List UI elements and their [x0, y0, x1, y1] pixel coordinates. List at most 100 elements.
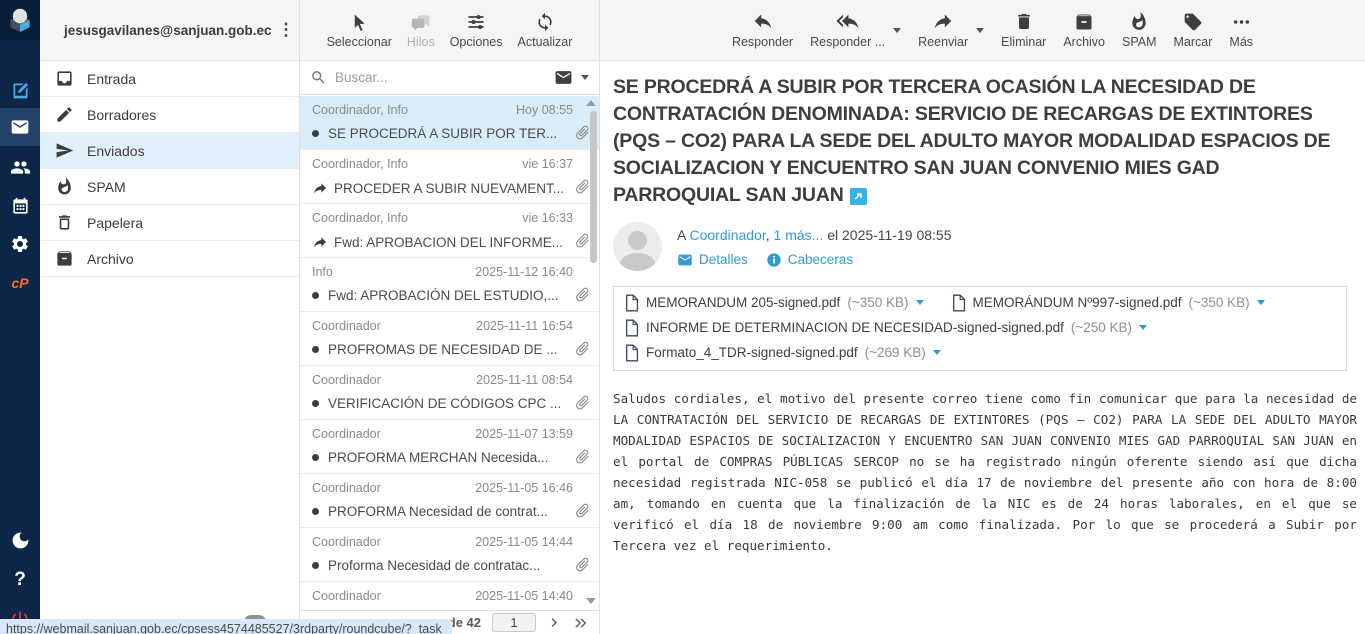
recipient-link[interactable]: Coordinador [689, 227, 765, 243]
attachment-item[interactable]: MEMORÁNDUM Nº997-signed.pdf (~350 KB) [952, 294, 1265, 312]
compose-button[interactable] [0, 71, 40, 109]
external-link-icon[interactable] [850, 188, 867, 205]
search-scope-caret-icon[interactable] [581, 75, 589, 80]
folder-item-spam[interactable]: SPAM [40, 169, 299, 205]
attachment-size: (~269 KB) [865, 345, 926, 360]
last-page-button[interactable] [573, 615, 589, 631]
folder-item-entrada[interactable]: Entrada [40, 61, 299, 97]
more-button[interactable]: Más [1229, 11, 1253, 49]
message-list-item[interactable]: Coordinador 2025-11-05 14:44 Proforma Ne… [300, 528, 599, 582]
page-number-box[interactable]: 1 [492, 613, 536, 632]
message-subject: PROFROMAS DE NECESIDAD DE ... [328, 342, 573, 357]
attachment-caret-icon[interactable] [1257, 300, 1265, 305]
kebab-menu-icon[interactable]: ⋮ [272, 18, 301, 42]
message-list-item[interactable]: Coordinador 2025-11-11 08:54 VERIFICACIÓ… [300, 366, 599, 420]
attachments-box: MEMORANDUM 205-signed.pdf (~350 KB) MEMO… [613, 286, 1347, 371]
message-list-item[interactable]: Coordinador, Info vie 16:33 Fwd: APROBAC… [300, 204, 599, 258]
scrollbar-up-arrow[interactable] [586, 100, 596, 106]
help-button[interactable]: ? [0, 561, 40, 599]
cursor-icon [350, 11, 369, 32]
message-list-item[interactable]: Coordinador 2025-11-05 14:40 [300, 582, 599, 610]
attachment-name: Formato_4_TDR-signed-signed.pdf [646, 345, 858, 360]
message-list-item[interactable]: Coordinador, Info Hoy 08:55 SE PROCEDRÁ … [300, 96, 599, 150]
folder-label: SPAM [87, 179, 126, 195]
message-list-panel: Seleccionar Hilos Opciones Actualizar Co… [300, 0, 600, 634]
cpanel-icon: cP [11, 275, 28, 291]
message-date: 2025-11-11 16:54 [476, 319, 573, 333]
reply-button[interactable]: Responder [732, 11, 793, 49]
reply-all-caret-icon[interactable] [893, 28, 901, 33]
paperclip-icon [574, 340, 591, 357]
attachment-size: (~250 KB) [1071, 320, 1132, 335]
pdf-file-icon [625, 319, 639, 337]
folder-item-papelera[interactable]: Papelera [40, 205, 299, 241]
options-icon [466, 11, 486, 32]
headers-link[interactable]: Cabeceras [766, 252, 853, 268]
message-subject: SE PROCEDRÁ A SUBIR POR TER... [328, 126, 573, 141]
attachment-caret-icon[interactable] [1139, 325, 1147, 330]
message-list-item[interactable]: Coordinador 2025-11-05 16:46 PROFORMA Ne… [300, 474, 599, 528]
message-list-item[interactable]: Info 2025-11-12 16:40 Fwd: APROBACIÓN DE… [300, 258, 599, 312]
forward-caret-icon[interactable] [976, 28, 984, 33]
forward-button[interactable]: Reenviar [918, 11, 968, 49]
spam-button[interactable]: SPAM [1122, 11, 1157, 49]
attachment-caret-icon[interactable] [916, 300, 924, 305]
message-date: 2025-11-05 14:44 [475, 535, 573, 549]
delete-button[interactable]: Eliminar [1001, 11, 1046, 49]
attachment-item[interactable]: INFORME DE DETERMINACION DE NECESIDAD-si… [625, 319, 1147, 337]
recipients-line: A Coordinador, 1 más... el 2025-11-19 08… [677, 227, 952, 243]
attachment-item[interactable]: Formato_4_TDR-signed-signed.pdf (~269 KB… [625, 344, 941, 362]
archive-button[interactable]: Archivo [1063, 11, 1105, 49]
app-rail: cP ? [0, 0, 40, 634]
tag-icon [1183, 11, 1203, 32]
calendar-nav-button[interactable] [0, 187, 40, 225]
forwarded-icon [312, 180, 328, 196]
message-date: vie 16:37 [522, 157, 573, 171]
message-body: Saludos cordiales, el motivo del present… [613, 388, 1357, 556]
mark-button[interactable]: Marcar [1174, 11, 1213, 49]
message-from: Coordinador, Info [312, 103, 408, 117]
mail-nav-button[interactable] [0, 108, 40, 146]
threads-button[interactable]: Hilos [407, 11, 435, 49]
message-list-item[interactable]: Coordinador, Info vie 16:37 PROCEDER A S… [300, 150, 599, 204]
reply-all-button[interactable]: Responder ... [810, 11, 885, 49]
message-list-item[interactable]: Coordinador 2025-11-11 16:54 PROFROMAS D… [300, 312, 599, 366]
envelope-filter-icon[interactable] [554, 68, 573, 87]
spam-label: SPAM [1122, 35, 1157, 49]
paperclip-icon [574, 178, 591, 195]
select-label: Seleccionar [327, 35, 392, 49]
contacts-nav-button[interactable] [0, 148, 40, 186]
options-button[interactable]: Opciones [450, 11, 503, 49]
message-from: Coordinador [312, 427, 381, 441]
settings-nav-button[interactable] [0, 225, 40, 263]
attachment-caret-icon[interactable] [933, 350, 941, 355]
message-date: 2025-11-07 13:59 [475, 427, 573, 441]
folder-item-enviados[interactable]: Enviados [40, 133, 299, 169]
message-subject: PROCEDER A SUBIR NUEVAMENT... [334, 181, 573, 196]
cpanel-button[interactable]: cP [0, 264, 40, 302]
refresh-button[interactable]: Actualizar [518, 11, 573, 49]
folder-item-borradores[interactable]: Borradores [40, 97, 299, 133]
unread-dot-icon [312, 292, 319, 299]
folder-item-archivo[interactable]: Archivo [40, 241, 299, 277]
more-recipients-link[interactable]: 1 más... [774, 227, 824, 243]
search-input[interactable] [335, 70, 546, 85]
message-from: Coordinador [312, 319, 381, 333]
details-link[interactable]: Detalles [677, 252, 748, 268]
sender-block: A Coordinador, 1 más... el 2025-11-19 08… [613, 222, 1347, 271]
next-page-button[interactable] [547, 615, 562, 630]
message-from: Info [312, 265, 333, 279]
message-list-item[interactable]: Coordinador 2025-11-07 13:59 PROFORMA ME… [300, 420, 599, 474]
paperclip-icon [574, 502, 591, 519]
reply-label: Responder [732, 35, 793, 49]
subject-text: SE PROCEDRÁ A SUBIR POR TERCERA OCASIÓN … [613, 76, 1330, 206]
separator: , [766, 227, 774, 243]
scrollbar-down-arrow[interactable] [586, 598, 596, 604]
scrollbar-thumb[interactable] [590, 111, 597, 263]
attachment-item[interactable]: MEMORANDUM 205-signed.pdf (~350 KB) [625, 294, 924, 312]
dark-mode-toggle[interactable] [0, 521, 40, 559]
details-label: Detalles [699, 252, 748, 267]
select-button[interactable]: Seleccionar [327, 11, 392, 49]
message-subject: Fwd: APROBACIÓN DEL ESTUDIO,... [328, 288, 573, 303]
forward-label: Reenviar [918, 35, 968, 49]
